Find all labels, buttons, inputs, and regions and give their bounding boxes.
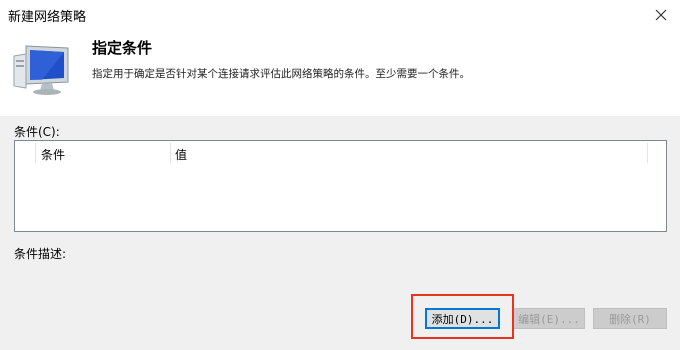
conditions-panel: 条件(C): 条件 值 条件描述: 添加(D)... 编辑(E)... 删除(R… [0,116,680,350]
page-title: 指定条件 [92,39,153,57]
highlight-box [411,294,514,339]
conditions-list[interactable]: 条件 值 [14,140,667,232]
title-bar: 新建网络策略 [0,0,680,30]
condition-description-label: 条件描述: [14,247,67,261]
close-button[interactable] [648,2,674,28]
wizard-header: 指定条件 指定用于确定是否针对某个连接请求评估此网络策略的条件。至少需要一个条件… [0,30,680,116]
column-header-value[interactable]: 值 [175,146,187,163]
close-icon [655,9,667,21]
conditions-label: 条件(C): [14,125,60,139]
window-title: 新建网络策略 [8,10,87,25]
page-description: 指定用于确定是否针对某个连接请求评估此网络策略的条件。至少需要一个条件。 [92,68,470,80]
edit-button[interactable]: 编辑(E)... [513,308,585,329]
column-divider[interactable] [170,143,171,163]
network-monitor-icon [13,45,69,95]
column-divider[interactable] [35,143,36,163]
column-divider[interactable] [647,143,648,163]
list-header: 条件 值 [15,141,666,165]
column-header-condition[interactable]: 条件 [41,146,65,163]
delete-button[interactable]: 删除(R) [593,308,667,329]
